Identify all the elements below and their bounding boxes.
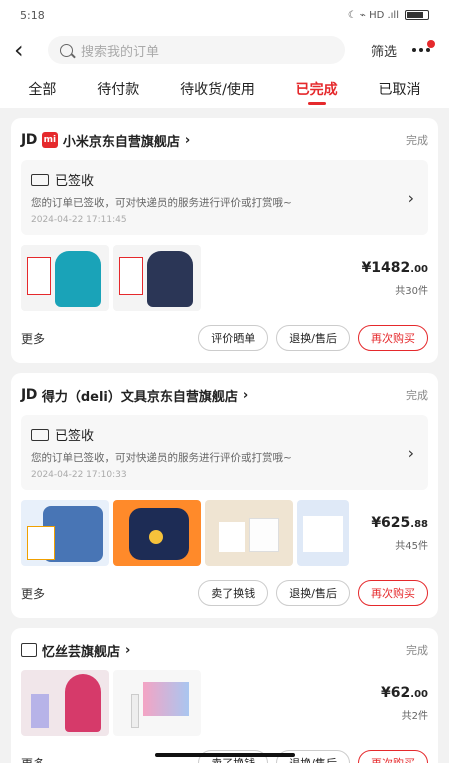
shop-link[interactable]: JD 得力（deli）文具京东自营旗舰店 ›: [21, 386, 248, 405]
chevron-right-icon: ›: [242, 387, 249, 403]
more-actions-link[interactable]: 更多: [21, 330, 45, 347]
order-status: 完成: [406, 134, 428, 147]
order-status: 完成: [406, 644, 428, 657]
product-image-teal-backpack: [21, 245, 109, 311]
order-price: ¥625.88: [371, 514, 428, 531]
chevron-right-icon: ›: [407, 443, 414, 462]
jd-logo: JD: [21, 387, 37, 403]
order-card: JD mi 小米京东自营旗舰店 › 完成 已签收 您的订单已签收，可对快递员的服…: [11, 118, 438, 363]
tab-cancelled[interactable]: 已取消: [379, 79, 421, 99]
shop-link[interactable]: JD mi 小米京东自营旗舰店 ›: [21, 131, 190, 150]
track-title-row: 已签收: [31, 170, 418, 189]
order-price: ¥62.00: [381, 684, 428, 701]
top-header: ‹ 搜索我的订单 筛选: [0, 30, 449, 70]
sell-button[interactable]: 卖了换钱: [198, 580, 269, 606]
shop-row: JD mi 小米京东自营旗舰店 › 完成: [21, 130, 428, 150]
action-buttons: 卖了换钱 退换/售后 再次购买: [198, 580, 428, 606]
track-title: 已签收: [55, 429, 95, 444]
shop-row: 忆丝芸旗舰店 › 完成: [21, 640, 428, 660]
more-actions-link[interactable]: 更多: [21, 755, 45, 763]
tab-pending-receipt[interactable]: 待收货/使用: [180, 79, 255, 99]
shop-row: JD 得力（deli）文具京东自营旗舰店 › 完成: [21, 385, 428, 405]
product-thumbnails[interactable]: ¥1482.00 共30件: [21, 245, 428, 311]
search-icon: [60, 43, 73, 57]
status-bar: 5:18 ☾ ⌁ HD .ıll: [0, 0, 449, 30]
tab-all[interactable]: 全部: [28, 79, 56, 99]
tab-pending-payment[interactable]: 待付款: [97, 79, 139, 99]
battery-icon: [405, 10, 429, 20]
tab-completed[interactable]: 已完成: [296, 79, 338, 99]
more-menu-button[interactable]: [407, 40, 435, 60]
shop-name: 小米京东自营旗舰店: [62, 134, 180, 150]
status-time: 5:18: [20, 8, 45, 22]
order-list: JD mi 小米京东自营旗舰店 › 完成 已签收 您的订单已签收，可对快递员的服…: [0, 118, 449, 763]
order-status: 完成: [406, 389, 428, 402]
notification-dot: [427, 40, 435, 48]
signal-icons: ☾ ⌁ HD .ıll: [347, 9, 399, 21]
return-button[interactable]: 退换/售后: [276, 325, 350, 351]
order-price: ¥1482.00: [361, 259, 428, 276]
item-count: 共30件: [395, 285, 428, 297]
home-indicator[interactable]: [154, 753, 295, 757]
order-actions: 更多 评价晒单 退换/售后 再次购买: [21, 325, 428, 351]
filter-button[interactable]: 筛选: [371, 41, 397, 60]
back-arrow-icon[interactable]: ‹: [14, 36, 38, 64]
product-image-navy-backpack: [113, 245, 201, 311]
delivery-tracking[interactable]: 已签收 您的订单已签收，可对快递员的服务进行评价或打赏哦~ 2024-04-22…: [21, 415, 428, 490]
product-image-stationery-set: [297, 500, 349, 566]
order-card: 忆丝芸旗舰店 › 完成 ¥62.00 共2件 更多 卖了换钱 退换/售后: [11, 628, 438, 763]
order-card: JD 得力（deli）文具京东自营旗舰店 › 完成 已签收 您的订单已签收，可对…: [11, 373, 438, 618]
track-description: 您的订单已签收，可对快递员的服务进行评价或打赏哦~: [31, 452, 292, 464]
review-button[interactable]: 评价晒单: [198, 325, 269, 351]
shop-name: 得力（deli）文具京东自营旗舰店: [41, 389, 238, 405]
product-image-pencil-case-navy: [113, 500, 201, 566]
item-count: 共2件: [401, 710, 428, 722]
search-placeholder: 搜索我的订单: [81, 44, 160, 60]
product-image-sticky-notes: [205, 500, 293, 566]
item-count: 共45件: [395, 540, 428, 552]
more-actions-link[interactable]: 更多: [21, 585, 45, 602]
price-box: ¥625.88 共45件: [371, 515, 428, 552]
chevron-right-icon: ›: [125, 642, 131, 658]
shop-link[interactable]: 忆丝芸旗舰店 ›: [21, 641, 130, 660]
product-thumbnails[interactable]: ¥62.00 共2件: [21, 670, 428, 736]
product-image-hair-dye-box: [113, 670, 201, 736]
return-button[interactable]: 退换/售后: [276, 580, 350, 606]
shop-name: 忆丝芸旗舰店: [42, 644, 121, 660]
buy-again-button[interactable]: 再次购买: [358, 750, 428, 763]
delivery-tracking[interactable]: 已签收 您的订单已签收，可对快递员的服务进行评价或打赏哦~ 2024-04-22…: [21, 160, 428, 235]
order-tabs: 全部 待付款 待收货/使用 已完成 已取消: [0, 70, 449, 108]
price-box: ¥1482.00 共30件: [362, 260, 428, 297]
order-actions: 更多 卖了换钱 退换/售后 再次购买: [21, 580, 428, 606]
price-box: ¥62.00 共2件: [381, 685, 428, 722]
buy-again-button[interactable]: 再次购买: [358, 325, 428, 351]
search-input[interactable]: 搜索我的订单: [48, 36, 345, 64]
chevron-right-icon: ›: [407, 188, 414, 207]
product-image-pencil-case-blue: [21, 500, 109, 566]
track-time: 2024-04-22 17:11:45: [31, 215, 127, 225]
jd-logo: JD: [21, 132, 37, 148]
status-icons: ☾ ⌁ HD .ıll: [348, 10, 429, 21]
truck-icon: [31, 173, 49, 186]
action-buttons: 评价晒单 退换/售后 再次购买: [198, 325, 428, 351]
chevron-right-icon: ›: [184, 132, 191, 148]
track-title: 已签收: [55, 174, 95, 189]
buy-again-button[interactable]: 再次购买: [358, 580, 428, 606]
track-title-row: 已签收: [31, 425, 418, 444]
track-description: 您的订单已签收，可对快递员的服务进行评价或打赏哦~: [31, 197, 292, 209]
product-thumbnails[interactable]: ¥625.88 共45件: [21, 500, 428, 566]
truck-icon: [31, 428, 49, 441]
store-icon: [21, 643, 37, 657]
product-image-hair-dye: [21, 670, 109, 736]
xiaomi-logo-icon: mi: [41, 132, 58, 148]
track-time: 2024-04-22 17:10:33: [31, 470, 127, 480]
